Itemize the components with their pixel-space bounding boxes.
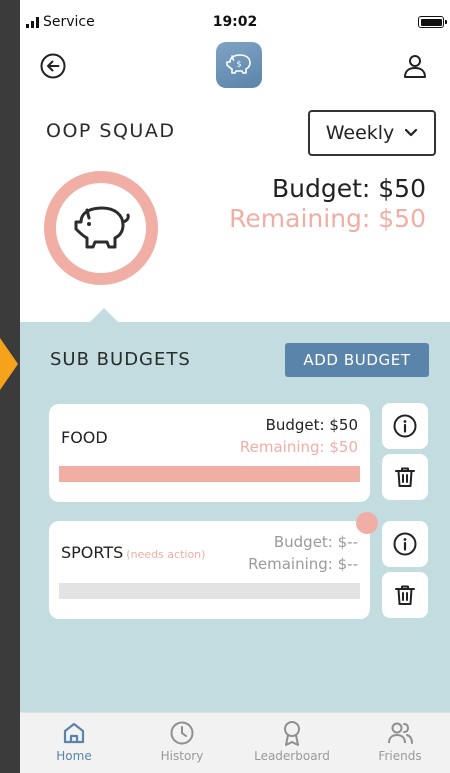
tab-friends[interactable]: Friends (350, 719, 450, 763)
sub-budgets-title: SUB BUDGETS (50, 349, 191, 370)
notification-dot (356, 512, 378, 534)
app-logo: $ (216, 42, 262, 88)
sub-budget-amount: Budget: $50 (265, 416, 358, 434)
sub-budget-card-sports[interactable]: SPORTS (needs action) Budget: $-- Remaini… (49, 521, 370, 619)
total-remaining: Remaining: $50 (229, 204, 426, 233)
clock-icon (170, 721, 194, 745)
profile-button[interactable] (400, 51, 430, 81)
info-button-food[interactable] (382, 403, 428, 449)
panel-pointer (88, 308, 120, 324)
budget-progress-track (59, 583, 360, 599)
delete-button-sports[interactable] (382, 572, 428, 618)
group-name: OOP SQUAD (46, 120, 176, 142)
tab-history[interactable]: History (132, 719, 232, 763)
user-icon (404, 55, 426, 78)
needs-action-label: (needs action) (126, 548, 206, 561)
budget-progress-fill (59, 583, 360, 599)
delete-button-food[interactable] (382, 454, 428, 500)
arrow-marker (0, 338, 18, 390)
sub-budget-name: SPORTS (needs action) (61, 543, 206, 562)
status-time: 19:02 (212, 14, 258, 30)
back-button[interactable] (38, 51, 68, 81)
back-arrow-icon (40, 53, 66, 79)
info-button-sports[interactable] (382, 521, 428, 567)
status-bar: Service 19:02 (20, 0, 450, 34)
trash-icon (395, 585, 415, 605)
tab-label: Friends (378, 749, 422, 763)
award-icon (284, 721, 300, 746)
info-icon (393, 532, 417, 556)
tab-label: History (160, 749, 204, 763)
period-label: Weekly (325, 122, 395, 144)
users-icon (388, 722, 413, 744)
home-icon (63, 722, 85, 744)
tab-label: Leaderboard (254, 749, 330, 763)
sub-budget-card-food[interactable]: FOOD Budget: $50 Remaining: $50 (49, 404, 370, 502)
sub-budget-remaining: Remaining: $-- (248, 555, 358, 573)
sub-budget-name: FOOD (61, 428, 108, 447)
bottom-tab-bar: Home History Leaderboard Friends (20, 712, 450, 773)
battery-icon (418, 16, 447, 28)
tab-leaderboard[interactable]: Leaderboard (242, 719, 342, 763)
savings-ring (44, 171, 158, 285)
header: $ OOP SQUAD Weekly Budget: $50 Remaining… (20, 34, 450, 324)
sub-budget-remaining: Remaining: $50 (239, 438, 358, 456)
period-dropdown[interactable]: Weekly (308, 110, 436, 156)
add-budget-button[interactable]: ADD BUDGET (285, 343, 429, 377)
budget-progress-fill (59, 466, 360, 482)
tab-label: Home (56, 749, 92, 763)
app-screen: Service 19:02 $ OOP SQUAD Weekly Budget:… (20, 0, 450, 773)
chevron-down-icon (405, 128, 418, 137)
info-icon (393, 414, 417, 438)
svg-text:$: $ (236, 60, 241, 69)
tab-home[interactable]: Home (24, 719, 124, 763)
sub-budget-amount: Budget: $-- (273, 533, 358, 551)
piggy-bank-icon: $ (226, 54, 251, 74)
total-budget: Budget: $50 (271, 174, 426, 203)
piggy-bank-icon (74, 206, 130, 249)
trash-icon (395, 467, 415, 487)
sub-budgets-panel (20, 322, 450, 712)
budget-progress-track (59, 466, 360, 482)
